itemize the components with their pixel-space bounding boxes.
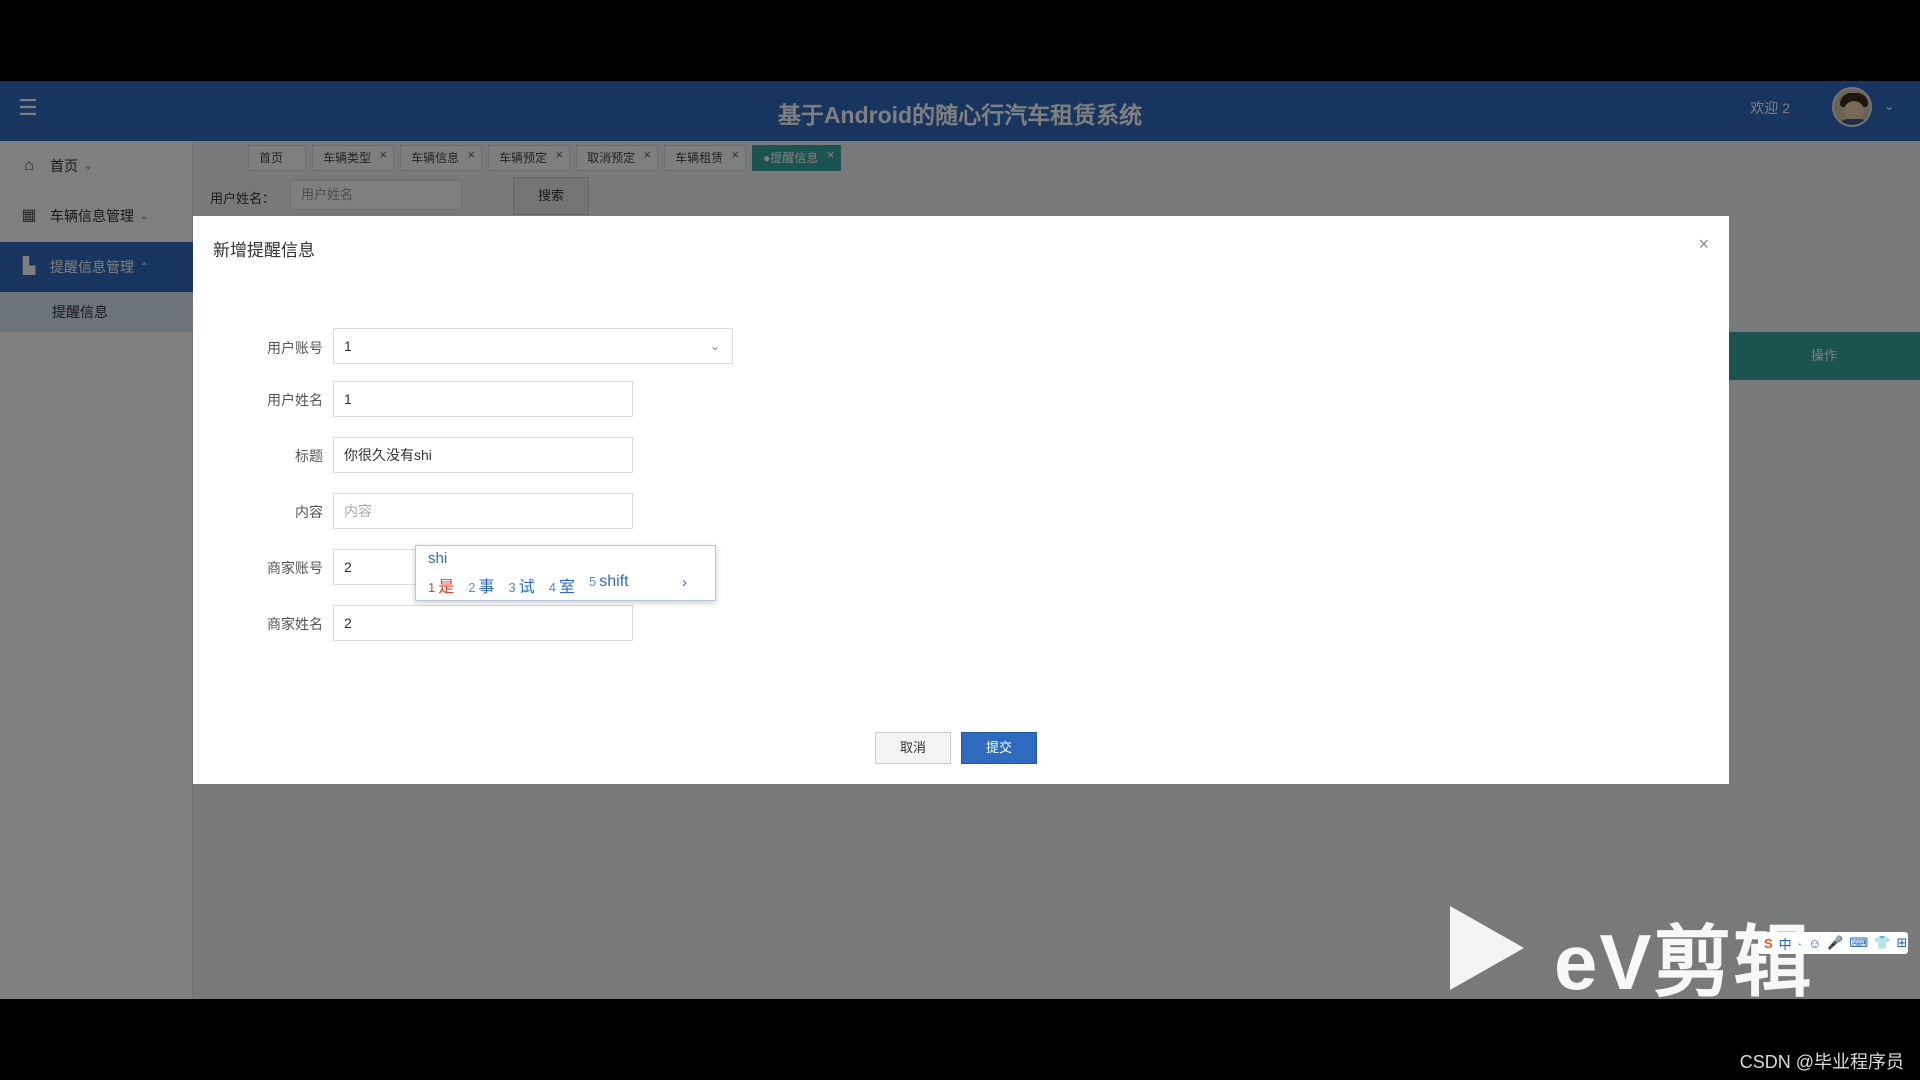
select-value: 1 [344,338,352,354]
chinese-mode-icon[interactable]: 中 [1779,934,1792,953]
dialog-title: 新增提醒信息 [213,241,315,260]
ime-candidate[interactable]: 3试 [509,573,535,597]
play-icon [1450,906,1524,990]
close-icon[interactable]: × [1698,234,1709,255]
skin-icon[interactable]: 👕 [1874,935,1890,951]
keyboard-icon[interactable]: ⌨ [1850,935,1869,951]
merchant-name-field[interactable]: 2 [333,605,633,641]
ime-candidate-list: 1是 2事 3试 4室 5 shift [428,573,629,597]
microphone-icon[interactable]: 🎤 [1827,935,1843,951]
ime-candidate[interactable]: 4室 [549,573,575,597]
field-label: 用户姓名 [267,392,323,408]
field-label: 商家姓名 [267,616,323,632]
chevron-down-icon: ⌄ [709,339,720,353]
cancel-button[interactable]: 取消 [875,732,951,764]
field-label: 商家账号 [267,560,323,576]
sogou-icon[interactable]: S [1764,936,1773,951]
content-field[interactable]: 内容 [333,493,633,529]
ime-toolbar: S 中 · ☺ 🎤 ⌨ 👕 ⊞ [1758,932,1908,954]
emoji-icon[interactable]: ☺ [1808,936,1821,951]
app-screen: ☰ 基于Android的随心行汽车租赁系统 欢迎 2 ⌄ ⌂ 首页 ⌄ ▦ 车辆… [0,81,1920,999]
title-field[interactable]: 你很久没有shi [333,437,633,473]
ime-candidate[interactable]: 1是 [428,573,454,597]
grid-icon[interactable]: ⊞ [1896,935,1907,951]
ime-candidate[interactable]: 5 shift [589,573,629,597]
ime-candidate[interactable]: 2事 [468,573,494,597]
ev-watermark-text: eV剪辑 [1554,918,1814,1006]
field-label: 标题 [295,448,323,464]
user-name-field[interactable]: 1 [333,381,633,417]
punctuation-icon[interactable]: · [1798,936,1802,951]
field-label: 内容 [295,504,323,520]
submit-button[interactable]: 提交 [961,732,1037,764]
ime-composition: shi [428,550,448,567]
add-reminder-dialog: 新增提醒信息 × 用户账号 1 ⌄ 用户姓名 1 标题 你很久没有shi 内容 … [193,216,1729,784]
ev-watermark: eV剪辑 [1450,906,1820,1006]
user-account-select[interactable]: 1 ⌄ [333,328,733,364]
ime-candidate-popup: shi 1是 2事 3试 4室 5 shift › [415,545,716,601]
csdn-watermark: CSDN @毕业程序员 [1739,1052,1904,1072]
field-label: 用户账号 [267,340,323,356]
chevron-right-icon[interactable]: › [682,574,687,591]
